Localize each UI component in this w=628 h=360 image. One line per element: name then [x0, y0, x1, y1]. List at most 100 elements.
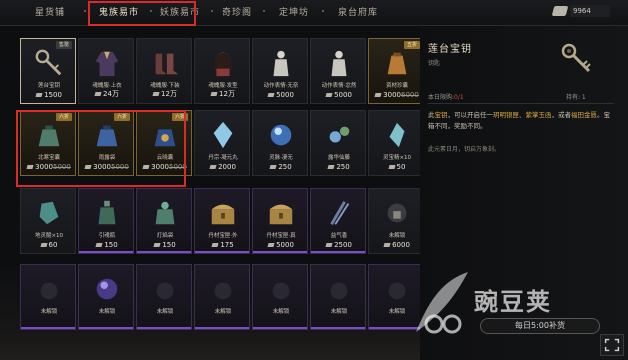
- purchase-limit: 本日限购:0/1: [428, 92, 464, 101]
- shop-item[interactable]: 未解锁 6000: [368, 188, 424, 254]
- expand-icon: [604, 338, 620, 352]
- currency-icon: [35, 93, 43, 97]
- desc-text: ，或者: [551, 111, 572, 119]
- desc-highlight: 玥明银匣、紫掌玉函: [493, 111, 552, 119]
- rarity-line: [137, 251, 191, 253]
- detail-title: 莲台宝钥: [428, 44, 472, 55]
- price-value: 2000: [218, 163, 236, 171]
- shop-item[interactable]: 动作表情·忿然 5000: [310, 38, 366, 104]
- currency-value: 9964: [570, 5, 610, 17]
- locked-item-icon: [33, 273, 65, 305]
- item-name: 丹材宝匣·外: [208, 233, 238, 239]
- shop-item[interactable]: 灵宝精×10 50: [368, 110, 424, 176]
- currency-icon: [209, 165, 217, 169]
- item-name: 地灵髓×10: [34, 233, 64, 239]
- shop-item[interactable]: 未解锁: [136, 264, 192, 330]
- tab-dingkun-workshop[interactable]: 定坤坊: [268, 4, 320, 22]
- shop-item[interactable]: 未解锁: [252, 264, 308, 330]
- shop-item[interactable]: 魂魄服·上衣 24万: [78, 38, 134, 104]
- tab-star-shop[interactable]: 星货铺: [20, 4, 80, 22]
- key-icon: [561, 43, 591, 73]
- purchase-limit-label: 本日限购:: [428, 94, 455, 101]
- fullscreen-button[interactable]: [600, 334, 624, 356]
- item-name: 动作表情·无奈: [263, 83, 299, 89]
- crystal-icon: [207, 119, 239, 151]
- shop-item[interactable]: 引魂瓶 150: [78, 188, 134, 254]
- price-value: 60: [48, 241, 58, 249]
- boots-icon: [149, 47, 181, 79]
- shop-item[interactable]: 动作表情·无奈 5000: [252, 38, 308, 104]
- shop-item[interactable]: 未解锁: [20, 264, 76, 330]
- shop-item[interactable]: 益气香 2500: [310, 188, 366, 254]
- orb-icon: [91, 273, 123, 305]
- lock-icon: [381, 197, 413, 229]
- item-price: 50: [369, 163, 425, 171]
- chest-icon: [207, 197, 239, 229]
- shop-item[interactable]: 丹材宝匣·外 175: [194, 188, 250, 254]
- item-name: 魂魄服·发型: [208, 83, 238, 89]
- shop-item[interactable]: 丹材宝匣·真 5000: [252, 188, 308, 254]
- rarity-line: [253, 173, 307, 175]
- item-price: 2000: [195, 163, 251, 171]
- item-price: 12万: [137, 89, 193, 99]
- price-value: 3000: [383, 91, 401, 99]
- price-value: 12万: [161, 90, 177, 98]
- rarity-line: [311, 251, 365, 253]
- currency-icon: [374, 93, 382, 97]
- item-name: 丹材宝匣·真: [266, 233, 296, 239]
- item-name: 露华仙藤: [327, 155, 350, 161]
- robe-icon: [91, 47, 123, 79]
- rarity-line: [311, 173, 365, 175]
- shop-item[interactable]: 售罄 莲台宝钥 1500: [20, 38, 76, 104]
- item-description: 此宝钥，可以开启任一玥明银匣、紫掌玉函，或者福田金匮。宝箱不同，奖励不同。: [428, 110, 614, 132]
- shop-item[interactable]: 未解锁: [78, 264, 134, 330]
- top-navigation: 星货铺 鬼族易市 妖族易市 奇珍阁 定坤坊 泉台府库 9964: [0, 0, 628, 26]
- item-name: 益气香: [330, 233, 348, 239]
- item-price: 5000: [311, 91, 367, 99]
- price-value: 6000: [392, 241, 410, 249]
- rarity-line: [195, 327, 249, 329]
- shop-item[interactable]: 魂魄服·发型 12万: [194, 38, 250, 104]
- shop-item[interactable]: 灯焰袋 150: [136, 188, 192, 254]
- herb-icon: [323, 119, 355, 151]
- item-name: 资材珍囊: [385, 83, 408, 89]
- locked-item-icon: [323, 273, 355, 305]
- shop-item[interactable]: 未解锁: [310, 264, 366, 330]
- item-name: 魂魄服·下装: [150, 83, 180, 89]
- locked-item-icon: [149, 273, 181, 305]
- purchase-limit-value: 0/1: [454, 94, 464, 101]
- discount-tag: 五折: [403, 41, 420, 49]
- tab-quantai-vault[interactable]: 泉台府库: [328, 4, 388, 22]
- divider: [428, 103, 614, 104]
- currency-icon: [153, 243, 161, 247]
- shop-item[interactable]: 地灵髓×10 60: [20, 188, 76, 254]
- shop-item[interactable]: 魂魄服·下装 12万: [136, 38, 192, 104]
- item-price: 60: [21, 241, 77, 249]
- gem-icon: [33, 197, 65, 229]
- item-name: 未解锁: [272, 309, 290, 315]
- currency-icon: [387, 165, 396, 169]
- shop-item[interactable]: 灵脉·凄无 250: [252, 110, 308, 176]
- price-value: 150: [104, 241, 118, 249]
- item-flavor-note: 此元素日月，钥启万象刻。: [428, 146, 501, 153]
- price-value: 1500: [44, 91, 62, 99]
- shop-item[interactable]: 露华仙藤 250: [310, 110, 366, 176]
- rarity-line: [253, 251, 307, 253]
- rarity-line: [21, 327, 75, 329]
- rarity-line: [369, 251, 423, 253]
- currency-icon: [210, 92, 218, 96]
- rarity-line: [195, 173, 249, 175]
- shop-item[interactable]: 未解锁: [194, 264, 250, 330]
- currency-icon: [325, 93, 333, 97]
- item-name: 未解锁: [40, 309, 58, 315]
- currency-icon: [325, 243, 333, 247]
- rarity-line: [311, 327, 365, 329]
- tab-treasure-pavilion[interactable]: 奇珍阁: [212, 4, 262, 22]
- emote-statue-icon: [265, 47, 297, 79]
- item-price: 24万: [79, 89, 135, 99]
- shop-item[interactable]: 丹宗·凝元丸 2000: [194, 110, 250, 176]
- chest-icon: [265, 197, 297, 229]
- shop-item[interactable]: 五折 资材珍囊 30006000: [368, 38, 424, 104]
- incense-icon: [323, 197, 355, 229]
- tab-separator: [263, 10, 265, 12]
